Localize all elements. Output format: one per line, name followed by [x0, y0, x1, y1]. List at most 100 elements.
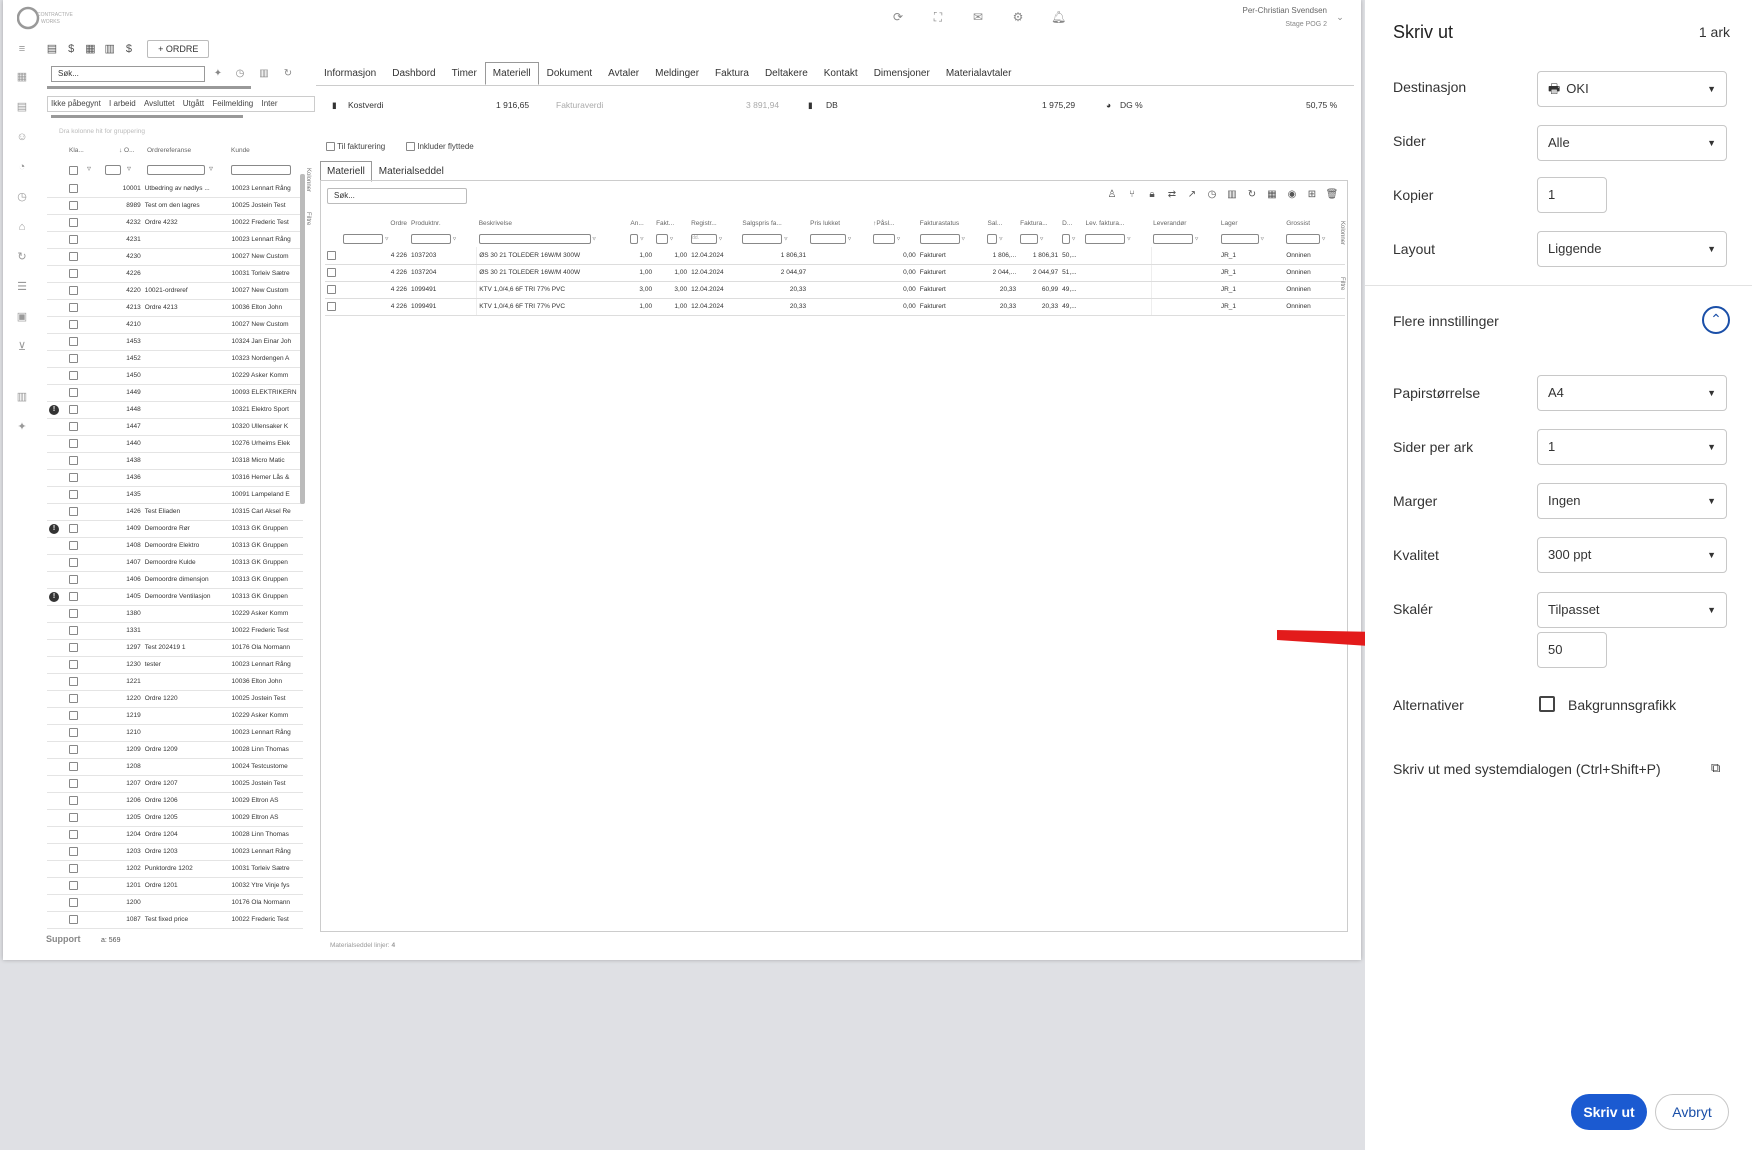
filter-icon[interactable]: ▿: [1038, 236, 1043, 243]
filter-icon[interactable]: ▿: [87, 164, 91, 173]
column-header[interactable]: An...: [628, 215, 654, 231]
row-checkbox[interactable]: [69, 728, 79, 737]
table-row[interactable]: 1209 Ordre 1209 10028 Linn Thomas: [47, 741, 303, 759]
row-checkbox[interactable]: [69, 558, 79, 567]
history-icon[interactable]: ◷: [1205, 189, 1219, 200]
filter-icon[interactable]: ▿: [451, 236, 456, 243]
table-row[interactable]: ! 1448 10321 Elektro Sport: [47, 401, 303, 419]
filter-icon[interactable]: ▿: [209, 164, 213, 173]
filter-input[interactable]: [873, 234, 896, 244]
filter-icon[interactable]: ▿: [638, 236, 643, 243]
row-checkbox[interactable]: [69, 915, 79, 924]
history-icon[interactable]: ◷: [233, 67, 247, 81]
filter-input[interactable]: [1020, 234, 1039, 244]
table-row[interactable]: 1438 10318 Micro Matic: [47, 452, 303, 470]
table-row[interactable]: 1087 Test fixed price 10022 Frederic Test: [47, 911, 303, 929]
row-checkbox[interactable]: [69, 303, 79, 312]
table-row[interactable]: 1220 Ordre 1220 10025 Jostein Test: [47, 690, 303, 708]
split-icon[interactable]: ⑂: [1125, 189, 1139, 200]
row-checkbox[interactable]: [69, 762, 79, 771]
users-icon[interactable]: ☺: [15, 130, 29, 144]
clock-icon[interactable]: ◷: [15, 190, 29, 204]
bakgrunnsgrafikk-checkbox[interactable]: [1539, 696, 1555, 712]
column-header[interactable]: Lev. faktura...: [1083, 215, 1151, 231]
row-checkbox[interactable]: [69, 626, 79, 635]
tab-meldinger[interactable]: Meldinger: [647, 62, 707, 85]
fullscreen-icon[interactable]: ⛶: [931, 10, 945, 24]
filter-input[interactable]: [810, 234, 847, 244]
tab-utgatt[interactable]: Utgått: [180, 97, 207, 110]
table-row[interactable]: 4213 Ordre 4213 10036 Elton John: [47, 299, 303, 317]
row-checkbox[interactable]: [69, 405, 79, 414]
eye-icon[interactable]: ◉: [1285, 189, 1299, 200]
filter-input[interactable]: [742, 234, 783, 244]
calendar-icon[interactable]: ▥: [15, 390, 29, 404]
building-icon[interactable]: ⌂: [15, 220, 29, 234]
filter-input[interactable]: [1085, 234, 1126, 244]
column-header[interactable]: Lager: [1219, 215, 1284, 231]
columns-icon[interactable]: ▥: [1225, 189, 1239, 200]
print-button[interactable]: Skriv ut: [1571, 1094, 1647, 1130]
table-row[interactable]: 1452 10323 Nordengen A: [47, 350, 303, 368]
row-checkbox[interactable]: [69, 269, 79, 278]
tab-dimensjoner[interactable]: Dimensjoner: [866, 62, 938, 85]
filter-input[interactable]: [1286, 234, 1321, 244]
table-row[interactable]: 1205 Ordre 1205 10029 Eltron AS: [47, 809, 303, 827]
table-row[interactable]: 10001 Utbedring av nødlys ... 10023 Lennar…: [47, 180, 303, 198]
destinasjon-select[interactable]: 🖶︎ OKI ▼: [1537, 71, 1727, 107]
list-icon[interactable]: ☰: [15, 280, 29, 294]
add-icon[interactable]: ⊞: [1305, 189, 1319, 200]
user-menu[interactable]: Per-Christian Svendsen Stage POG 2: [1243, 4, 1327, 32]
tab-dokument[interactable]: Dokument: [539, 62, 601, 85]
column-header[interactable]: Faktura...: [1018, 215, 1060, 231]
row-checkbox[interactable]: [69, 320, 79, 329]
person-icon[interactable]: ♙: [1105, 189, 1119, 200]
row-checkbox[interactable]: [69, 609, 79, 618]
filter-icon[interactable]: ▿: [895, 236, 900, 243]
orders-icon[interactable]: ▤: [15, 100, 29, 114]
filter-icon[interactable]: ▿: [383, 236, 388, 243]
menu-icon[interactable]: ≡: [15, 42, 29, 56]
skaler-select[interactable]: Tilpasset ▼: [1537, 592, 1727, 628]
table-row[interactable]: 4 226 1099491 KTV 1,0/4,6 6F TRI 77% PVC 3,…: [325, 281, 1345, 299]
col-header-klasse[interactable]: Kla...: [69, 147, 84, 154]
row-checkbox[interactable]: [69, 711, 79, 720]
table-row[interactable]: 1380 10229 Asker Komm: [47, 605, 303, 623]
filter-icon[interactable]: ▿: [1070, 236, 1075, 243]
tab-materiell[interactable]: Materiell: [320, 161, 372, 182]
table-row[interactable]: 1407 Demoordre Kulde 10313 GK Gruppen: [47, 554, 303, 572]
trash-icon[interactable]: 🗑︎: [1325, 189, 1339, 200]
checkbox[interactable]: [406, 142, 415, 152]
row-checkbox[interactable]: [69, 677, 79, 686]
table-row[interactable]: 1206 Ordre 1206 10029 Eltron AS: [47, 792, 303, 810]
table-row[interactable]: 1219 10229 Asker Komm: [47, 707, 303, 725]
row-checkbox[interactable]: [69, 371, 79, 380]
excel-icon[interactable]: ▦: [1265, 189, 1279, 200]
col-header-ordre[interactable]: ↓ O...: [119, 147, 135, 154]
table-row[interactable]: 1440 10276 Urheims Elek: [47, 435, 303, 453]
row-checkbox[interactable]: [69, 575, 79, 584]
table-row[interactable]: 4 226 1037203 ØS 30 21 TOLEDER 16W/M 300W 1…: [325, 247, 1345, 265]
row-checkbox[interactable]: [69, 541, 79, 550]
table-row[interactable]: 1201 Ordre 1201 10032 Ytre Vinje fys: [47, 877, 303, 895]
filters-side-label[interactable]: Filtre: [305, 212, 311, 225]
column-header[interactable]: Sal...: [985, 215, 1018, 231]
row-checkbox[interactable]: [327, 250, 336, 260]
filter-input[interactable]: [411, 234, 452, 244]
table-row[interactable]: 1202 Punktordre 1202 10031 Torleiv Sætre: [47, 860, 303, 878]
columns-icon[interactable]: ▥: [257, 67, 271, 81]
reload-icon[interactable]: ↻: [281, 67, 295, 81]
table-row[interactable]: 1331 10022 Frederic Test: [47, 622, 303, 640]
table-row[interactable]: 1204 Ordre 1204 10028 Linn Thomas: [47, 826, 303, 844]
row-checkbox[interactable]: [69, 422, 79, 431]
row-checkbox[interactable]: [69, 183, 79, 193]
external-link-icon[interactable]: ⧉: [1711, 760, 1725, 775]
filters-side-label[interactable]: Filtre: [1339, 277, 1345, 290]
tab-informasjon[interactable]: Informasjon: [316, 62, 384, 85]
filter-icon[interactable]: ▿: [591, 236, 596, 243]
filter-input[interactable]: [987, 234, 998, 244]
table-row[interactable]: 1208 10024 Testcustome: [47, 758, 303, 776]
row-checkbox[interactable]: [69, 388, 79, 397]
filter-icon[interactable]: ▿: [1259, 236, 1264, 243]
row-checkbox[interactable]: [69, 218, 79, 227]
